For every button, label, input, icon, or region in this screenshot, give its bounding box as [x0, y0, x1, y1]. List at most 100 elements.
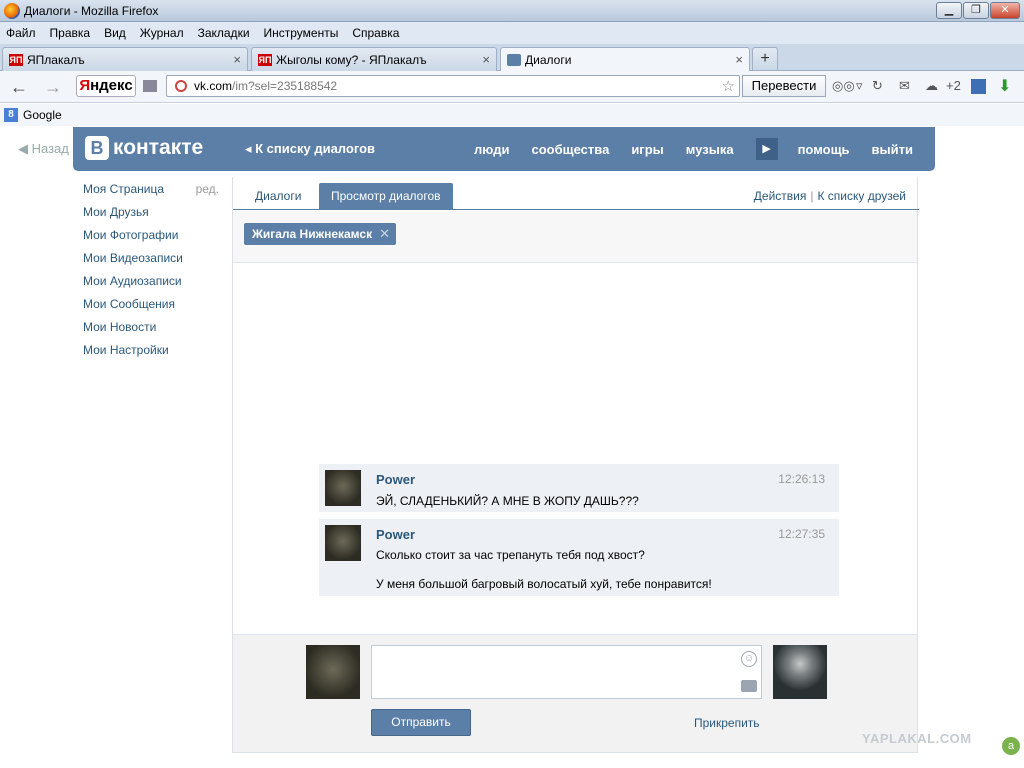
recipient-name: Жигала Нижнекамск: [252, 227, 373, 241]
url-host: vk.com: [194, 79, 233, 93]
menu-edit[interactable]: Правка: [50, 26, 91, 40]
tab-label: Жыголы кому? - ЯПлакалъ: [276, 52, 427, 67]
new-tab-button[interactable]: +: [752, 47, 778, 71]
menu-tools[interactable]: Инструменты: [264, 26, 339, 40]
download-icon[interactable]: ⬇: [998, 76, 1011, 96]
send-button[interactable]: Отправить: [371, 709, 471, 736]
watermark-badge-icon: a: [1002, 737, 1020, 755]
tab-dialogs-list[interactable]: Диалоги: [243, 183, 313, 209]
actions-separator: |: [810, 189, 814, 203]
avatar[interactable]: [325, 470, 361, 506]
menu-view[interactable]: Вид: [104, 26, 126, 40]
tab-label: Диалоги: [525, 53, 572, 67]
menu-my-news[interactable]: Мои Новости: [83, 320, 223, 343]
maximize-button[interactable]: ❐: [963, 2, 989, 19]
message-input[interactable]: ☺: [371, 645, 762, 699]
glasses-icon[interactable]: ◎◎: [832, 78, 855, 94]
tab-zhygoly[interactable]: ЯП Жыголы кому? - ЯПлакалъ ×: [251, 47, 497, 71]
friends-list-link[interactable]: К списку друзей: [817, 189, 906, 203]
menu-my-settings[interactable]: Мои Настройки: [83, 343, 223, 366]
my-avatar[interactable]: [306, 645, 360, 699]
remove-recipient-icon[interactable]: ✕: [379, 223, 390, 245]
menu-history[interactable]: Журнал: [140, 26, 184, 40]
message-item[interactable]: Power 12:26:13 ЭЙ, СЛАДЕНЬКИЙ? А МНЕ В Ж…: [319, 464, 839, 512]
vk-logo[interactable]: В контакте: [85, 136, 203, 160]
recipient-avatar[interactable]: [773, 645, 827, 699]
nav-logout[interactable]: выйти: [872, 142, 913, 157]
addon-icon[interactable]: [971, 79, 986, 94]
message-item[interactable]: Power 12:27:35 Сколько стоит за час треп…: [319, 519, 839, 596]
close-window-button[interactable]: ✕: [990, 2, 1020, 19]
bookmark-google[interactable]: Google: [23, 108, 62, 122]
bookmarks-folder-icon[interactable]: [143, 80, 157, 92]
bookmark-star-icon[interactable]: ☆: [722, 77, 735, 95]
dialog-actions: Действия | К списку друзей: [754, 189, 906, 203]
message-text: ЭЙ, СЛАДЕНЬКИЙ? А МНЕ В ЖОПУ ДАШЬ???: [376, 494, 639, 508]
message-composer: ☺ Отправить Прикрепить: [233, 634, 917, 752]
message-text: Сколько стоит за час трепануть тебя под …: [376, 548, 645, 562]
tab-label: ЯПлакалъ: [27, 52, 85, 67]
menu-bookmarks[interactable]: Закладки: [198, 26, 250, 40]
tab-close-icon[interactable]: ×: [735, 52, 743, 67]
actions-link[interactable]: Действия: [754, 189, 807, 203]
yaplakal-favicon-icon: ЯП: [9, 53, 23, 66]
cloud-icon[interactable]: ☁: [925, 78, 938, 94]
tab-close-icon[interactable]: ×: [233, 52, 241, 67]
message-text: У меня большой багровый волосатый хуй, т…: [376, 577, 712, 591]
menu-my-messages[interactable]: Мои Сообщения: [83, 297, 223, 320]
nav-people[interactable]: люди: [474, 142, 509, 157]
nav-games[interactable]: игры: [631, 142, 663, 157]
tab-view-dialogs[interactable]: Просмотр диалогов: [319, 183, 453, 209]
yandex-logo-rest: ндекс: [90, 77, 133, 94]
page-viewport: ◀ Назад В контакте ◂ К списку диалогов л…: [0, 127, 1024, 768]
smile-icon[interactable]: ☺: [741, 651, 757, 667]
music-play-icon[interactable]: ▶: [755, 138, 778, 160]
nav-help[interactable]: помощь: [798, 142, 850, 157]
dialog-panel: Диалоги Просмотр диалогов Действия | К спи…: [232, 177, 919, 753]
vk-top-nav: люди сообщества игры музыка ▶ помощь вый…: [474, 127, 935, 171]
dropdown-icon[interactable]: ▿: [856, 78, 863, 94]
edit-menu-link[interactable]: ред.: [196, 182, 219, 196]
message-time: 12:26:13: [778, 472, 825, 486]
menu-my-photos[interactable]: Мои Фотографии: [83, 228, 223, 251]
tab-close-icon[interactable]: ×: [482, 52, 490, 67]
tab-yaplakal[interactable]: ЯП ЯПлакалъ ×: [2, 47, 248, 71]
menu-help[interactable]: Справка: [352, 26, 399, 40]
dialog-tabs: Диалоги Просмотр диалогов Действия | К спи…: [233, 183, 919, 210]
yaplakal-favicon-icon: ЯП: [258, 53, 272, 66]
menu-my-videos[interactable]: Мои Видеозаписи: [83, 251, 223, 274]
translate-button[interactable]: Перевести: [742, 75, 826, 97]
attach-link[interactable]: Прикрепить: [694, 716, 760, 730]
bookmarks-bar: 8 Google: [0, 104, 1024, 126]
menu-bar: Файл Правка Вид Журнал Закладки Инструме…: [0, 22, 1024, 44]
reload-icon[interactable]: ↻: [872, 78, 883, 94]
vk-logo-icon: В: [85, 136, 109, 160]
nav-communities[interactable]: сообщества: [531, 142, 609, 157]
back-arrow-icon[interactable]: ←: [10, 77, 28, 98]
nav-music[interactable]: музыка: [686, 142, 734, 157]
watermark: YAPLAKAL.COM: [862, 731, 972, 746]
menu-file[interactable]: Файл: [6, 26, 36, 40]
yandex-logo[interactable]: Яндекс: [76, 75, 136, 97]
message-author[interactable]: Power: [376, 472, 415, 487]
forward-arrow-icon[interactable]: →: [44, 77, 62, 98]
google-icon: 8: [4, 108, 18, 122]
message-time: 12:27:35: [778, 527, 825, 541]
menu-my-page[interactable]: Моя Страница ред.: [83, 182, 223, 205]
firefox-icon: [4, 3, 20, 19]
recipient-chip[interactable]: Жигала Нижнекамск ✕: [244, 223, 397, 245]
mail-icon[interactable]: ✉: [899, 78, 910, 94]
menu-my-audio[interactable]: Мои Аудиозаписи: [83, 274, 223, 297]
minimize-button[interactable]: ▁: [936, 2, 962, 19]
camera-icon[interactable]: [741, 680, 757, 692]
avatar[interactable]: [325, 525, 361, 561]
back-link[interactable]: ◀ Назад: [18, 141, 69, 157]
menu-my-friends[interactable]: Мои Друзья: [83, 205, 223, 228]
back-to-dialogs-link[interactable]: ◂ К списку диалогов: [245, 141, 375, 157]
site-identity-icon[interactable]: [175, 80, 187, 92]
extras-count[interactable]: +2: [946, 78, 961, 93]
tab-strip: ЯП ЯПлакалъ × ЯП Жыголы кому? - ЯПлакалъ…: [0, 44, 1024, 72]
message-author[interactable]: Power: [376, 527, 415, 542]
tab-dialogs[interactable]: Диалоги ×: [500, 47, 750, 72]
url-bar[interactable]: vk.com/im?sel=235188542 ☆: [166, 75, 740, 97]
